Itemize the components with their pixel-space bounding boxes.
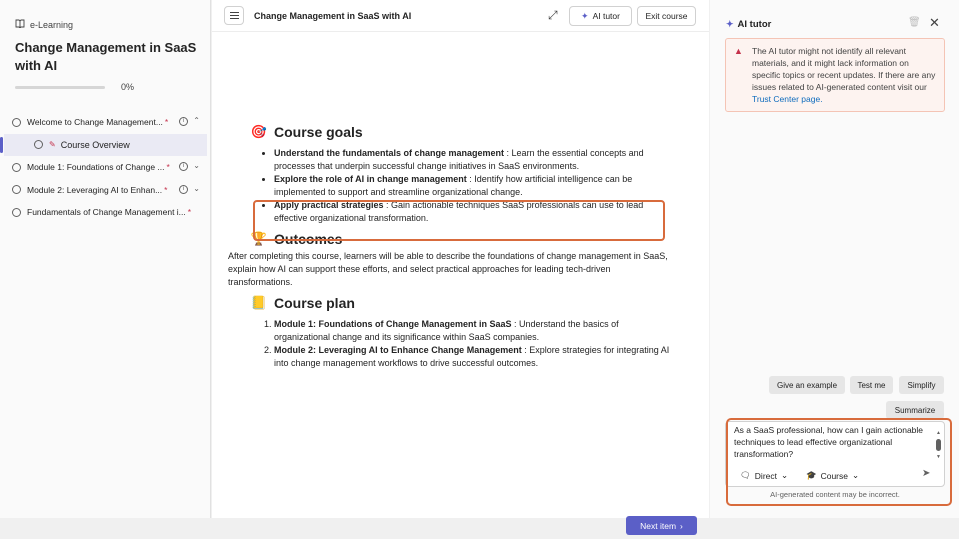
book-icon (15, 19, 25, 30)
top-bar: Change Management in SaaS with AI ⤢ ✦ AI… (212, 0, 709, 32)
progress-bar (15, 86, 105, 89)
exit-course-button[interactable]: Exit course (637, 6, 696, 26)
sidebar-item-module-1[interactable]: Module 1: Foundations of Change ... * i … (0, 156, 211, 179)
highlight-box (253, 200, 665, 241)
course-sidebar: e-Learning Change Management in SaaS wit… (0, 0, 211, 518)
course-nav: Welcome to Change Management... * i ⌃ ✎ … (0, 111, 211, 224)
brand: e-Learning (15, 19, 73, 30)
required-marker: * (164, 184, 168, 195)
ai-tutor-button[interactable]: ✦ AI tutor (569, 6, 632, 26)
plan-heading: 📒 Course plan (250, 295, 670, 311)
trash-icon[interactable]: 🗑 (908, 17, 921, 28)
plan-title: Module 2: Leveraging AI to Enhance Chang… (274, 345, 522, 355)
bottom-bar: Next item › (212, 508, 709, 539)
sidebar-item-label: Fundamentals of Change Management i... (27, 207, 186, 218)
course-content: 🎯 Course goals Understand the fundamenta… (228, 124, 670, 370)
target-icon: 🎯 (250, 124, 268, 139)
give-example-button[interactable]: Give an example (769, 376, 845, 394)
summarize-button[interactable]: Summarize (886, 401, 944, 419)
course-title: Change Management in SaaS with AI (15, 40, 197, 73)
list-item: Module 2: Leveraging AI to Enhance Chang… (274, 344, 670, 370)
info-icon[interactable]: i (179, 162, 188, 171)
progress-percent: 0% (121, 82, 135, 92)
required-marker: * (166, 162, 170, 173)
outcomes-text: After completing this course, learners w… (228, 251, 668, 287)
sidebar-item-module-2[interactable]: Module 2: Leveraging AI to Enhan... * i … (0, 179, 211, 202)
status-circle-icon (12, 207, 21, 217)
next-item-button[interactable]: Next item › (626, 516, 697, 535)
sidebar-item-label: Module 2: Leveraging AI to Enhan... (27, 184, 163, 195)
list-item: Explore the role of AI in change managem… (274, 173, 670, 199)
composer-highlight-box (726, 418, 952, 506)
notepad-icon: 📒 (250, 295, 268, 310)
close-icon[interactable]: ✕ (929, 15, 940, 31)
sidebar-item-label: Course Overview (60, 139, 130, 150)
simplify-button[interactable]: Simplify (899, 376, 944, 394)
chevron-down-icon[interactable]: ⌄ (193, 184, 200, 193)
trust-center-link[interactable]: Trust Center page. (752, 94, 823, 104)
sparkle-icon: ✦ (726, 19, 734, 29)
list-item: Understand the fundamentals of change ma… (274, 147, 670, 173)
warning-banner: ▲ The AI tutor might not identify all re… (725, 38, 945, 112)
info-icon[interactable]: i (179, 117, 188, 126)
test-me-button[interactable]: Test me (850, 376, 893, 394)
next-item-label: Next item (640, 520, 677, 531)
panel-title: ✦ AI tutor (726, 19, 771, 30)
plan-list: Module 1: Foundations of Change Manageme… (250, 318, 670, 370)
required-marker: * (164, 117, 169, 128)
list-item: Module 1: Foundations of Change Manageme… (274, 318, 670, 344)
main-content: Change Management in SaaS with AI ⤢ ✦ AI… (212, 0, 709, 535)
warning-icon: ▲ (734, 46, 743, 56)
pin-icon: ✎ (49, 140, 56, 150)
page-title: Change Management in SaaS with AI (254, 11, 412, 21)
expand-icon[interactable]: ⤢ (548, 8, 558, 23)
menu-button[interactable] (224, 6, 244, 25)
status-circle-icon (12, 185, 21, 195)
sidebar-item-course-overview[interactable]: ✎ Course Overview (0, 133, 207, 156)
goals-heading: 🎯 Course goals (250, 124, 670, 140)
info-icon[interactable]: i (179, 184, 188, 194)
required-marker: * (187, 207, 192, 218)
warning-text: The AI tutor might not identify all rele… (752, 46, 936, 92)
sparkle-icon: ✦ (581, 10, 589, 21)
sidebar-item-welcome[interactable]: Welcome to Change Management... * i ⌃ (0, 111, 211, 134)
goal-title: Explore the role of AI in change managem… (274, 174, 467, 184)
panel-title-text: AI tutor (737, 19, 772, 30)
sidebar-item-label: Module 1: Foundations of Change ... (27, 162, 165, 173)
status-circle-icon (12, 117, 21, 127)
chevron-up-icon[interactable]: ⌃ (193, 116, 200, 125)
brand-label: e-Learning (30, 19, 74, 30)
goal-title: Understand the fundamentals of change ma… (274, 148, 505, 158)
chevron-right-icon: › (680, 520, 683, 531)
goals-heading-text: Course goals (274, 124, 363, 140)
sidebar-item-fundamentals[interactable]: Fundamentals of Change Management i... * (0, 201, 211, 224)
chevron-down-icon[interactable]: ⌄ (193, 161, 200, 170)
status-circle-icon (34, 140, 43, 150)
sidebar-item-label: Welcome to Change Management... (27, 117, 163, 128)
ai-tutor-label: AI tutor (592, 11, 620, 21)
plan-heading-text: Course plan (274, 295, 355, 311)
status-circle-icon (12, 162, 21, 172)
plan-title: Module 1: Foundations of Change Manageme… (274, 319, 512, 329)
